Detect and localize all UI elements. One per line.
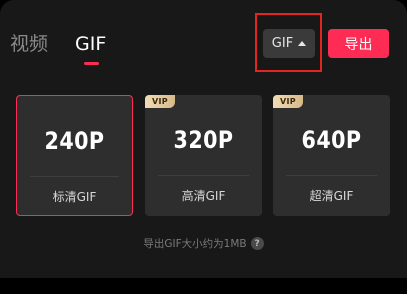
option-resolution: 640P <box>301 126 362 154</box>
option-card-320p[interactable]: VIP 320P 高清GIF <box>145 95 262 216</box>
tab-video[interactable]: 视频 <box>10 31 48 57</box>
format-dropdown-value: GIF <box>271 36 294 51</box>
option-resolution: 240P <box>44 127 105 155</box>
question-icon[interactable]: ? <box>250 237 264 250</box>
vip-badge: VIP <box>273 95 303 108</box>
vip-badge: VIP <box>145 95 175 108</box>
export-panel: 视频 GIF GIF 导出 240P 标清GIF VIP 320P 高清GIF … <box>0 0 407 278</box>
tab-gif[interactable]: GIF <box>75 31 106 57</box>
size-hint: 导出GIF大小约为1MB ? <box>0 236 407 251</box>
caret-up-icon <box>298 40 307 46</box>
export-button[interactable]: 导出 <box>328 29 389 58</box>
option-card-240p[interactable]: 240P 标清GIF <box>16 95 133 216</box>
bottom-strip <box>0 278 407 294</box>
option-label: 超清GIF <box>309 189 354 203</box>
card-divider <box>158 175 249 176</box>
option-label: 标清GIF <box>52 190 97 204</box>
option-card-640p[interactable]: VIP 640P 超清GIF <box>273 95 390 216</box>
card-divider <box>30 176 119 177</box>
format-dropdown[interactable]: GIF <box>263 29 315 58</box>
active-tab-indicator <box>84 62 99 65</box>
card-divider <box>286 175 377 176</box>
size-hint-text: 导出GIF大小约为1MB <box>143 238 247 250</box>
option-label: 高清GIF <box>181 189 226 203</box>
option-resolution: 320P <box>173 126 234 154</box>
